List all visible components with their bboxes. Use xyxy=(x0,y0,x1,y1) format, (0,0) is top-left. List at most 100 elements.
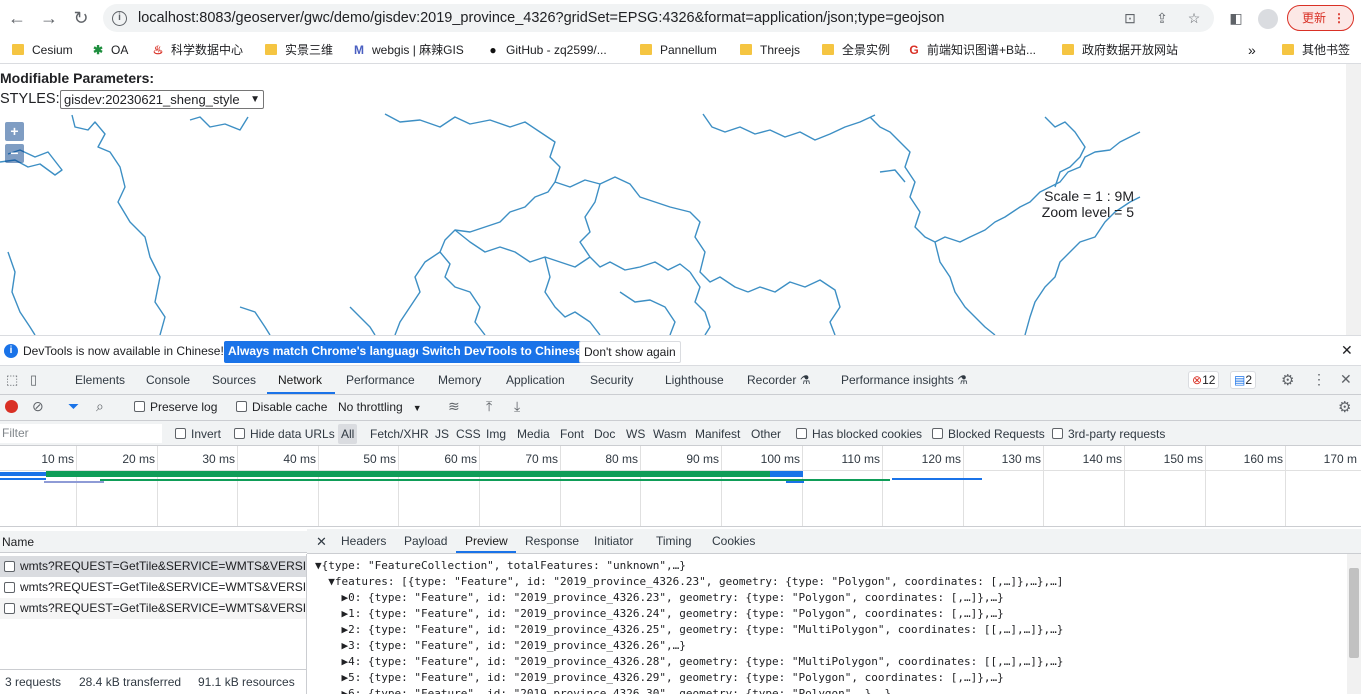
filter-type-img[interactable]: Img xyxy=(486,427,506,441)
record-icon[interactable] xyxy=(5,400,18,413)
close-devtools-icon[interactable]: ✕ xyxy=(1340,371,1352,388)
tab-console[interactable]: Console xyxy=(146,373,190,387)
sidebar-icon[interactable]: ◧ xyxy=(1224,6,1248,30)
filter-input[interactable]: Filter xyxy=(0,424,162,443)
info-icon[interactable]: i xyxy=(112,11,127,26)
throttling-select[interactable]: No throttling ▼ xyxy=(338,400,422,414)
tab-timing[interactable]: Timing xyxy=(656,534,692,548)
bookmark-threejs[interactable]: Threejs xyxy=(740,42,800,58)
preview-scrollbar[interactable] xyxy=(1347,554,1361,694)
json-feature-item[interactable]: ▶1: {type: "Feature", id: "2019_province… xyxy=(315,606,1003,622)
back-icon[interactable]: ← xyxy=(5,6,29,30)
tab-memory[interactable]: Memory xyxy=(438,373,481,387)
more-options-icon[interactable]: ⋮ xyxy=(1312,371,1326,388)
search-icon[interactable]: ⌕ xyxy=(96,398,104,415)
json-feature-item[interactable]: ▶6: {type: "Feature", id: "2019_province… xyxy=(315,686,891,694)
filter-type-other[interactable]: Other xyxy=(751,427,781,441)
clear-icon[interactable]: ⊘ xyxy=(32,398,44,415)
tab-lighthouse[interactable]: Lighthouse xyxy=(665,373,724,387)
filter-type-media[interactable]: Media xyxy=(517,427,550,441)
zoom-out-button[interactable]: − xyxy=(5,144,24,163)
filter-type-doc[interactable]: Doc xyxy=(594,427,615,441)
json-features-line[interactable]: ▼features: [{type: "Feature", id: "2019_… xyxy=(315,574,1063,590)
tab-headers[interactable]: Headers xyxy=(341,534,386,548)
bookmark-oa[interactable]: ✱ OA xyxy=(91,42,128,58)
bookmark-pannellum[interactable]: Pannellum xyxy=(640,42,717,58)
bookmark-science[interactable]: ♨ 科学数据中心 xyxy=(151,42,243,58)
json-feature-item[interactable]: ▶0: {type: "Feature", id: "2019_province… xyxy=(315,590,1003,606)
has-blocked-cookies-checkbox[interactable]: Has blocked cookies xyxy=(796,427,922,441)
bookmark-cesium[interactable]: Cesium xyxy=(12,42,73,58)
export-har-icon[interactable]: ⤓ xyxy=(514,398,520,415)
filter-type-ws[interactable]: WS xyxy=(626,427,645,441)
tab-elements[interactable]: Elements xyxy=(75,373,125,387)
share-icon[interactable]: ⇪ xyxy=(1153,9,1171,27)
json-root-line[interactable]: ▼{type: "FeatureCollection", totalFeatur… xyxy=(315,558,686,574)
profile-icon[interactable] xyxy=(1256,6,1280,30)
bookmark-github[interactable]: ● GitHub - zq2599/... xyxy=(486,42,606,58)
import-har-icon[interactable]: ⤒ xyxy=(486,398,492,415)
blocked-requests-checkbox[interactable]: Blocked Requests xyxy=(932,427,1045,441)
json-feature-item[interactable]: ▶3: {type: "Feature", id: "2019_province… xyxy=(315,638,685,654)
bookmark-other[interactable]: 其他书签 xyxy=(1282,42,1350,58)
page-scrollbar[interactable] xyxy=(1346,64,1361,335)
zoom-in-button[interactable]: + xyxy=(5,122,24,141)
map-viewer[interactable]: + − Scale = 1 : 9M Zoom level = 5 xyxy=(0,112,1143,335)
bookmark-3d[interactable]: 实景三维 xyxy=(265,42,333,58)
error-count-badge[interactable]: ⊗12 xyxy=(1188,371,1220,389)
tab-security[interactable]: Security xyxy=(590,373,633,387)
hide-data-urls-checkbox[interactable]: Hide data URLs xyxy=(234,427,335,441)
settings-gear-icon[interactable]: ⚙ xyxy=(1281,371,1294,389)
chevron-right-icon[interactable]: » xyxy=(1248,42,1256,58)
scrollbar-thumb[interactable] xyxy=(1349,568,1359,658)
network-settings-icon[interactable]: ⚙ xyxy=(1338,398,1351,416)
tab-preview[interactable]: Preview xyxy=(465,534,508,548)
tab-application[interactable]: Application xyxy=(506,373,565,387)
bookmark-frontend[interactable]: G 前端知识图谱+B站... xyxy=(907,42,1036,58)
name-column-header[interactable]: Name xyxy=(2,535,34,549)
tab-initiator[interactable]: Initiator xyxy=(594,534,633,548)
tab-response[interactable]: Response xyxy=(525,534,579,548)
tab-performance[interactable]: Performance xyxy=(346,373,415,387)
reload-icon[interactable]: ↻ xyxy=(69,6,93,30)
tab-sources[interactable]: Sources xyxy=(212,373,256,387)
filter-type-wasm[interactable]: Wasm xyxy=(653,427,687,441)
dont-show-again-button[interactable]: Don't show again xyxy=(579,341,681,363)
tab-payload[interactable]: Payload xyxy=(404,534,447,548)
device-toolbar-icon[interactable]: ▯ xyxy=(30,372,37,388)
filter-type-css[interactable]: CSS xyxy=(456,427,481,441)
update-button[interactable]: 更新 ⋮ xyxy=(1287,5,1354,31)
bookmark-gov-data[interactable]: 政府数据开放网站 xyxy=(1062,42,1178,58)
tab-recorder[interactable]: Recorder ⚗ xyxy=(747,373,810,387)
bookmark-panorama[interactable]: 全景实例 xyxy=(822,42,890,58)
filter-type-js[interactable]: JS xyxy=(435,427,449,441)
disable-cache-checkbox[interactable]: Disable cache xyxy=(236,400,327,414)
always-match-language-button[interactable]: Always match Chrome's language xyxy=(224,341,427,363)
invert-checkbox[interactable]: Invert xyxy=(175,427,221,441)
bookmark-webgis[interactable]: Mwebgis | 麻辣GIS xyxy=(352,42,464,58)
message-count-badge[interactable]: ▤2 xyxy=(1230,371,1257,389)
filter-icon[interactable]: ⏷ xyxy=(68,398,79,415)
third-party-requests-checkbox[interactable]: 3rd-party requests xyxy=(1052,427,1165,441)
tab-network[interactable]: Network xyxy=(278,373,322,387)
address-bar[interactable]: i localhost:8083/geoserver/gwc/demo/gisd… xyxy=(103,4,1214,32)
close-detail-icon[interactable]: ✕ xyxy=(316,534,327,550)
json-feature-item[interactable]: ▶4: {type: "Feature", id: "2019_province… xyxy=(315,654,1063,670)
json-feature-item[interactable]: ▶5: {type: "Feature", id: "2019_province… xyxy=(315,670,1003,686)
inspect-element-icon[interactable]: ⬚ xyxy=(6,372,18,388)
tab-cookies[interactable]: Cookies xyxy=(712,534,755,548)
star-icon[interactable]: ☆ xyxy=(1185,9,1203,27)
request-row[interactable]: wmts?REQUEST=GetTile&SERVICE=WMTS&VERSI.… xyxy=(0,598,306,619)
tab-performance-insights[interactable]: Performance insights ⚗ xyxy=(841,373,968,387)
json-feature-item[interactable]: ▶2: {type: "Feature", id: "2019_province… xyxy=(315,622,1063,638)
filter-type-fetch-xhr[interactable]: Fetch/XHR xyxy=(370,427,429,441)
network-timeline[interactable]: 10 ms 20 ms 30 ms 40 ms 50 ms 60 ms 70 m… xyxy=(0,446,1361,527)
request-row[interactable]: wmts?REQUEST=GetTile&SERVICE=WMTS&VERSI.… xyxy=(0,556,306,577)
request-row[interactable]: wmts?REQUEST=GetTile&SERVICE=WMTS&VERSI.… xyxy=(0,577,306,598)
styles-select[interactable]: gisdev:20230621_sheng_style ▼ xyxy=(60,90,264,109)
filter-type-font[interactable]: Font xyxy=(560,427,584,441)
switch-to-chinese-button[interactable]: Switch DevTools to Chinese xyxy=(418,341,586,363)
filter-type-all[interactable]: All xyxy=(338,424,358,444)
preserve-log-checkbox[interactable]: Preserve log xyxy=(134,400,217,414)
close-icon[interactable]: ✕ xyxy=(1341,342,1353,359)
